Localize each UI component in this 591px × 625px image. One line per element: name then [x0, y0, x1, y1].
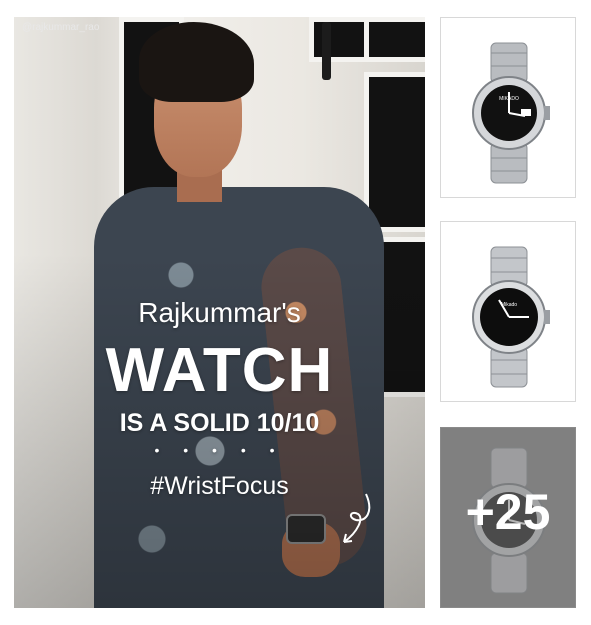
brand-label: MIKADO: [499, 96, 519, 102]
more-products-thumbnail[interactable]: +25: [440, 427, 576, 608]
dot-separator: • • • • •: [154, 442, 285, 458]
product-thumbnail-1[interactable]: MIKADO: [440, 17, 576, 198]
hero-image[interactable]: @rajkummar_rao Rajkummar's WATCH IS A SO…: [14, 17, 425, 608]
more-count: +25: [465, 484, 551, 540]
product-thumbnail-2[interactable]: Mikado: [440, 221, 576, 402]
brand-label: Mikado: [501, 302, 517, 308]
headline-line-2: WATCH: [105, 336, 334, 405]
headline-line-1: Rajkummar's: [138, 297, 301, 328]
headline-line-3: IS A SOLID 10/10: [119, 409, 320, 437]
instagram-handle: @rajkummar_rao: [22, 22, 100, 33]
watch-icon: MIKADO: [472, 42, 550, 184]
watch-icon: Mikado: [472, 246, 550, 388]
curved-arrow-icon: [343, 493, 371, 543]
